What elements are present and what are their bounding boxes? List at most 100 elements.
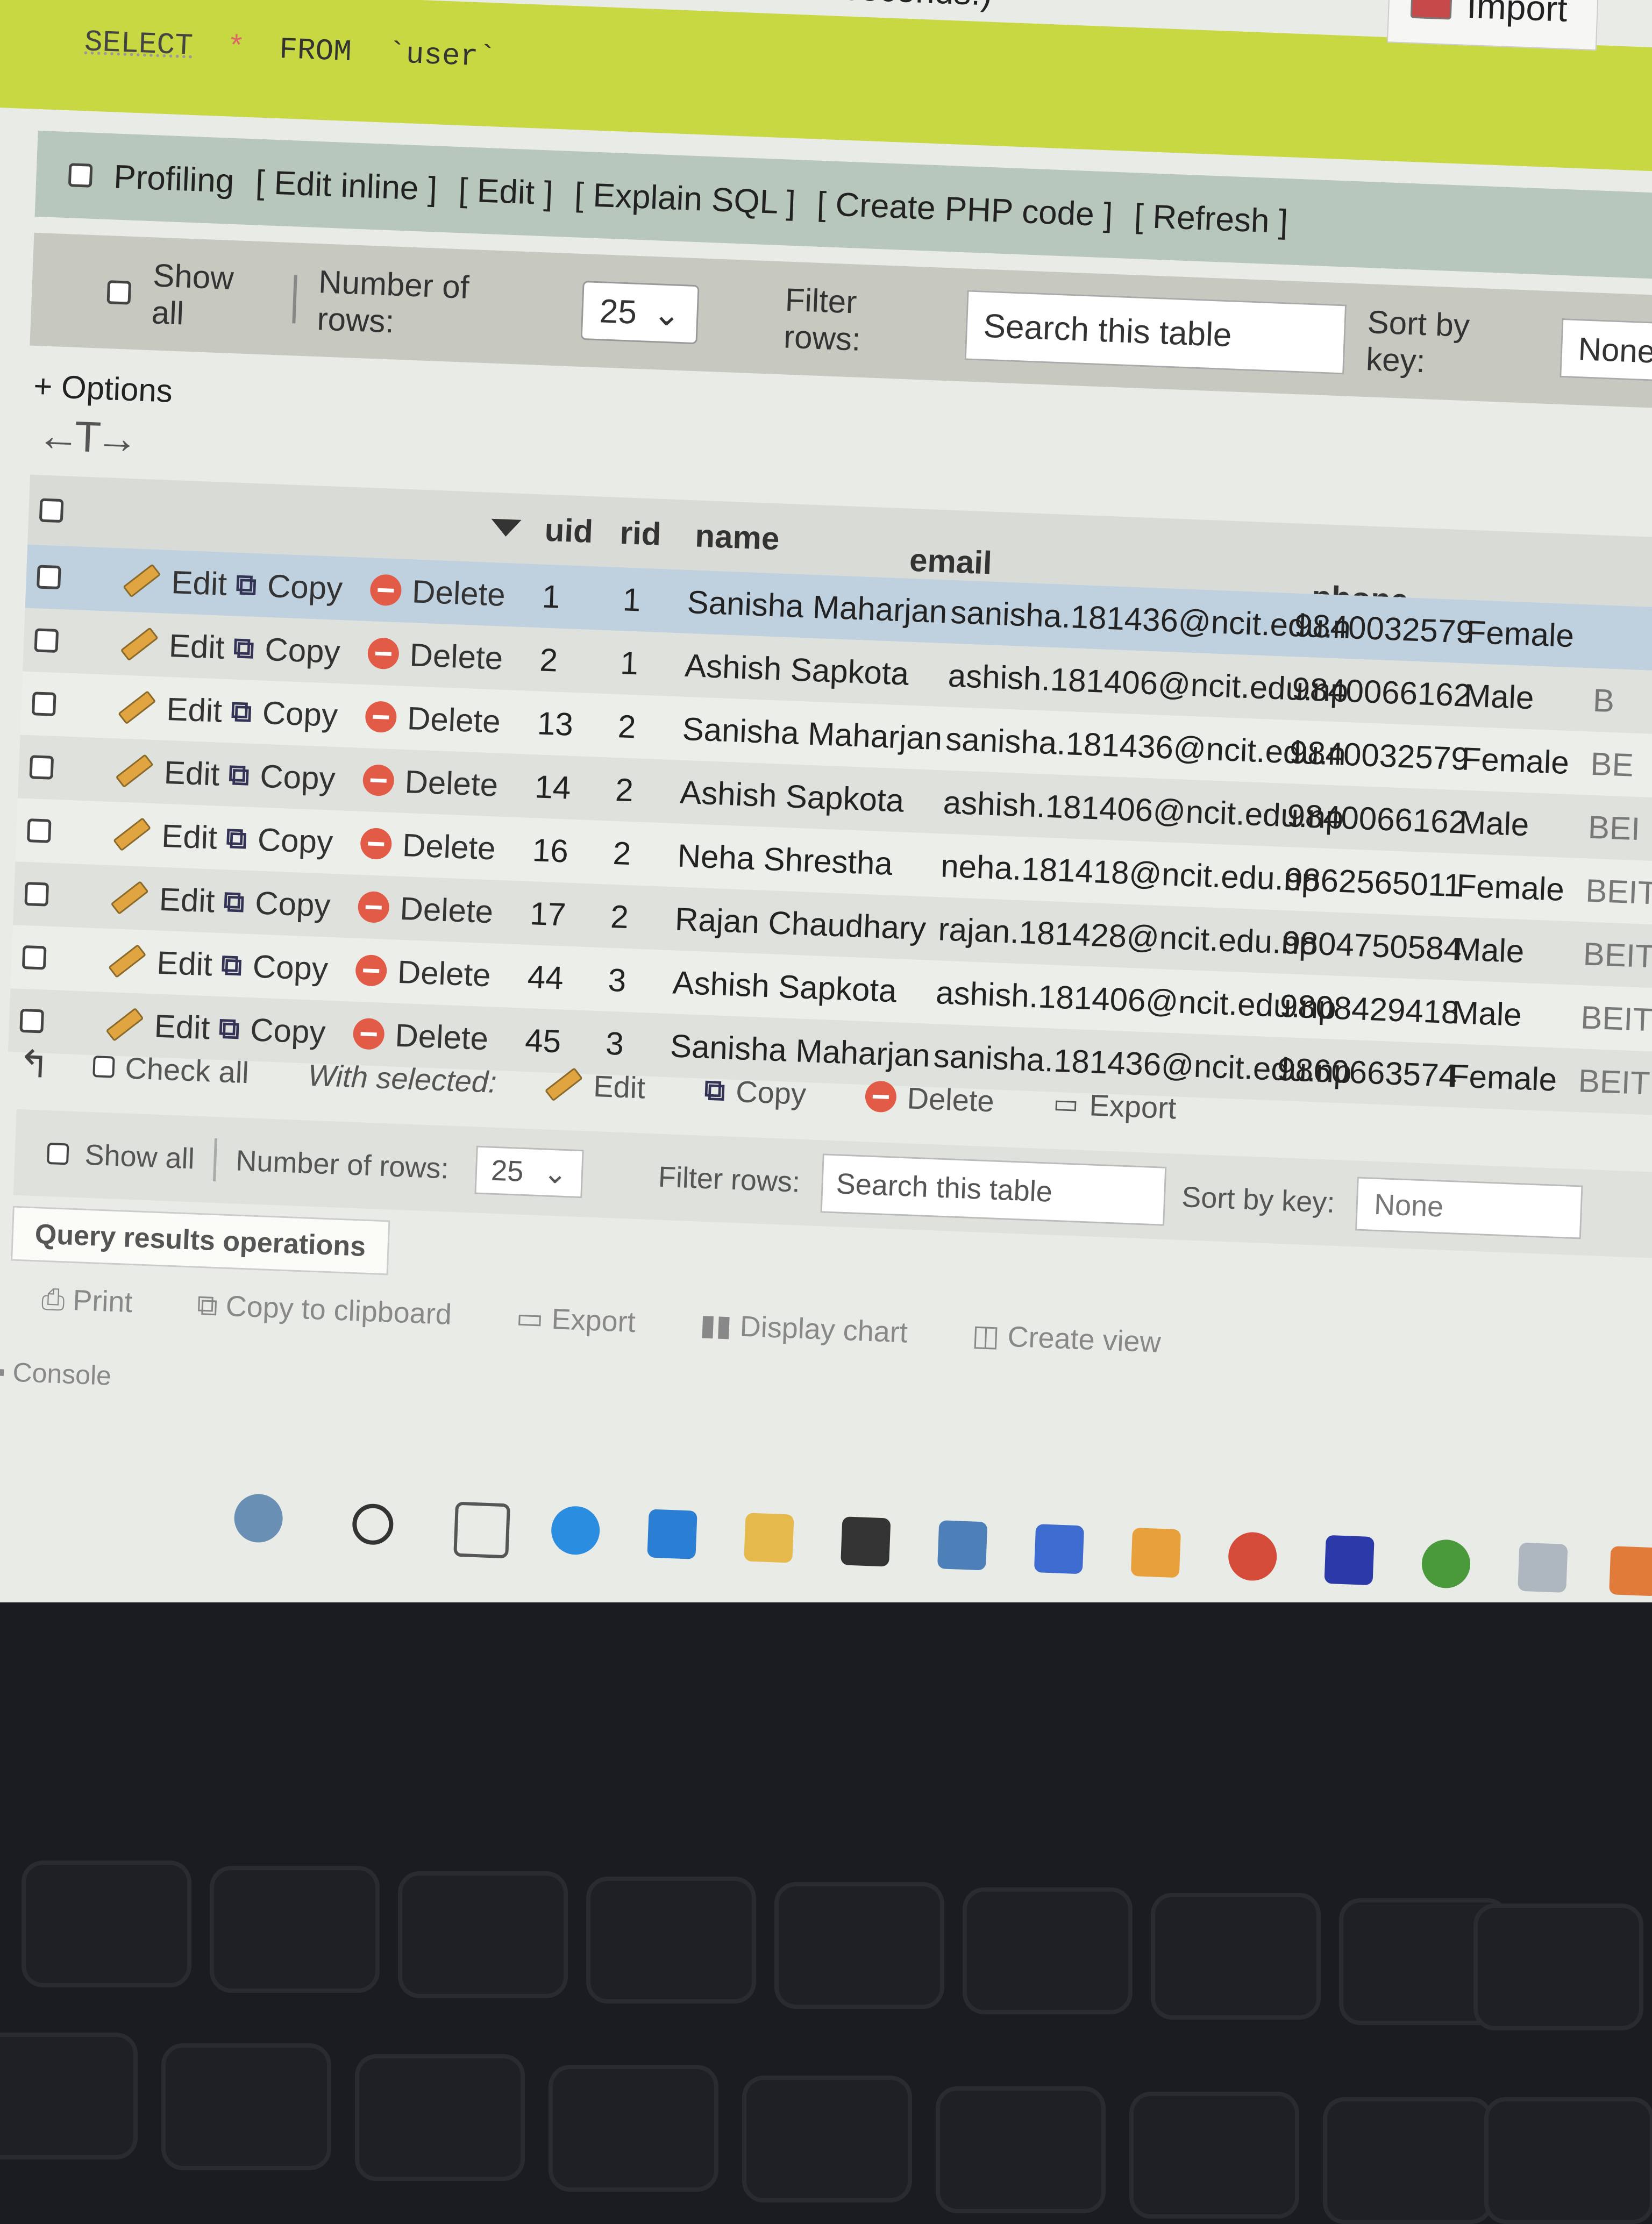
- row-edit-button[interactable]: Edit: [117, 675, 223, 742]
- column-name[interactable]: name: [694, 500, 781, 573]
- sort-by-key-select[interactable]: None: [1559, 318, 1652, 383]
- filter-rows-input[interactable]: Search this table: [964, 290, 1347, 375]
- search-icon[interactable]: [351, 1503, 394, 1546]
- export-link[interactable]: ▭ Export: [516, 1301, 636, 1339]
- row-delete-button[interactable]: Delete: [367, 621, 504, 690]
- store-icon[interactable]: [841, 1516, 891, 1567]
- edge-icon[interactable]: [550, 1505, 601, 1556]
- row-checkbox[interactable]: [24, 882, 49, 907]
- row-delete-button[interactable]: Delete: [362, 748, 500, 817]
- row-copy-button[interactable]: ⧉ Copy: [225, 806, 334, 874]
- sort-by-key-select-bottom[interactable]: None: [1355, 1177, 1583, 1239]
- butterfly-icon[interactable]: [233, 1493, 284, 1544]
- notepad-icon[interactable]: [1518, 1542, 1568, 1593]
- row-copy-button[interactable]: ⧉ Copy: [223, 869, 332, 937]
- sort-arrow-icon[interactable]: [490, 493, 533, 564]
- row-checkbox[interactable]: [31, 692, 56, 716]
- row-edit-button[interactable]: Edit: [107, 929, 213, 996]
- row-checkbox[interactable]: [29, 755, 54, 780]
- cell-extra: BEIT: [1582, 935, 1652, 974]
- create-view-link[interactable]: ◫ Create view: [972, 1318, 1162, 1359]
- rows-per-page-select[interactable]: 25 ⌄: [580, 281, 700, 345]
- row-checkbox[interactable]: [37, 565, 61, 590]
- row-checkbox-cell: [26, 799, 52, 863]
- row-delete-button[interactable]: Delete: [369, 558, 507, 626]
- sort-by-key-value: None: [1577, 330, 1652, 370]
- row-checkbox-cell: [29, 735, 54, 800]
- row-copy-button[interactable]: ⧉ Copy: [232, 616, 341, 684]
- link-explain-sql[interactable]: [ Explain SQL ]: [574, 175, 796, 222]
- copy-icon: ⧉: [235, 568, 258, 601]
- triangle-down-icon: [490, 518, 522, 537]
- row-edit-button[interactable]: Edit: [110, 865, 216, 932]
- row-copy-button[interactable]: ⧉ Copy: [220, 933, 329, 1001]
- keyboard-key: [210, 1866, 380, 1993]
- row-edit-label: Edit: [156, 944, 213, 982]
- show-all-checkbox-bottom[interactable]: [46, 1142, 69, 1165]
- copy-icon: ⧉: [225, 821, 248, 855]
- bulk-copy-button[interactable]: ⧉ Copy: [704, 1072, 807, 1111]
- link-refresh[interactable]: [ Refresh ]: [1134, 197, 1289, 241]
- row-delete-button[interactable]: Delete: [357, 875, 495, 944]
- print-link[interactable]: ⎙ Print: [41, 1282, 133, 1320]
- check-all-checkbox[interactable]: [92, 1056, 115, 1078]
- link-edit-inline[interactable]: [ Edit inline ]: [255, 163, 438, 208]
- row-delete-button[interactable]: Delete: [359, 811, 497, 880]
- filter-rows-input-bottom[interactable]: Search this table: [820, 1153, 1167, 1226]
- show-all-label: Show all: [151, 257, 234, 332]
- link-create-php-code[interactable]: [ Create PHP code ]: [816, 184, 1114, 234]
- cell-uid: 2: [539, 641, 559, 679]
- row-checkbox[interactable]: [34, 628, 59, 653]
- display-chart-link[interactable]: ▮▮ Display chart: [699, 1308, 908, 1350]
- row-copy-button[interactable]: ⧉ Copy: [234, 553, 344, 621]
- app-icon-2[interactable]: [1609, 1546, 1652, 1596]
- mail-icon[interactable]: [937, 1520, 988, 1571]
- xampp-icon[interactable]: [1130, 1527, 1181, 1578]
- row-checkbox[interactable]: [26, 818, 52, 843]
- column-uid[interactable]: uid: [543, 495, 594, 566]
- cell-rid: 3: [607, 961, 627, 999]
- chevron-down-icon: ⌄: [652, 295, 682, 333]
- options-toggle[interactable]: + Options: [33, 367, 173, 410]
- show-all-checkbox[interactable]: [106, 280, 132, 305]
- cell-gender: Male: [1458, 803, 1530, 843]
- task-view-icon[interactable]: [453, 1501, 510, 1559]
- check-all-label[interactable]: Check all: [124, 1050, 250, 1090]
- globe-icon[interactable]: [1421, 1538, 1471, 1589]
- row-edit-button[interactable]: Edit: [112, 802, 218, 869]
- header-checkbox[interactable]: [39, 498, 64, 523]
- file-explorer-icon[interactable]: [744, 1513, 794, 1563]
- pencil-icon: [123, 564, 161, 598]
- row-edit-button[interactable]: Edit: [122, 548, 228, 616]
- profiling-checkbox[interactable]: [68, 163, 93, 188]
- chrome-icon[interactable]: [1227, 1531, 1278, 1582]
- premiere-icon[interactable]: [1324, 1535, 1375, 1586]
- row-edit-button[interactable]: Edit: [115, 738, 221, 806]
- cell-name: Neha Shrestha: [677, 837, 894, 882]
- row-checkbox[interactable]: [22, 945, 47, 970]
- copy-icon: ⧉: [703, 1073, 726, 1107]
- console-toggle[interactable]: ▪ Console: [0, 1356, 112, 1392]
- app-icon[interactable]: [1034, 1524, 1085, 1574]
- cell-phone: 9808429418: [1279, 987, 1460, 1031]
- cell-uid: 1: [541, 578, 561, 615]
- row-checkbox[interactable]: [19, 1008, 44, 1033]
- vscode-icon[interactable]: [647, 1509, 697, 1559]
- copy-to-clipboard-link[interactable]: ⧉ Copy to clipboard: [196, 1288, 452, 1332]
- row-edit-label: Edit: [168, 627, 225, 666]
- row-copy-button[interactable]: ⧉ Copy: [230, 680, 339, 747]
- bulk-export-button[interactable]: ▭ Export: [1052, 1086, 1177, 1125]
- pencil-icon: [120, 627, 159, 661]
- row-delete-button[interactable]: Delete: [354, 938, 492, 1007]
- row-edit-button[interactable]: Edit: [119, 612, 226, 679]
- row-delete-button[interactable]: Delete: [364, 685, 502, 753]
- bulk-delete-button[interactable]: Delete: [864, 1079, 995, 1118]
- cell-name: Ashish Sapkota: [684, 647, 910, 692]
- column-rid[interactable]: rid: [618, 497, 663, 569]
- tab-import[interactable]: Import: [1386, 0, 1600, 51]
- row-copy-button[interactable]: ⧉ Copy: [227, 743, 337, 810]
- bulk-edit-button[interactable]: Edit: [544, 1066, 646, 1105]
- rows-per-page-select-bottom[interactable]: 25 ⌄: [474, 1145, 584, 1199]
- link-edit[interactable]: [ Edit ]: [458, 171, 553, 213]
- column-resize-arrows-icon[interactable]: ←T→: [36, 410, 134, 464]
